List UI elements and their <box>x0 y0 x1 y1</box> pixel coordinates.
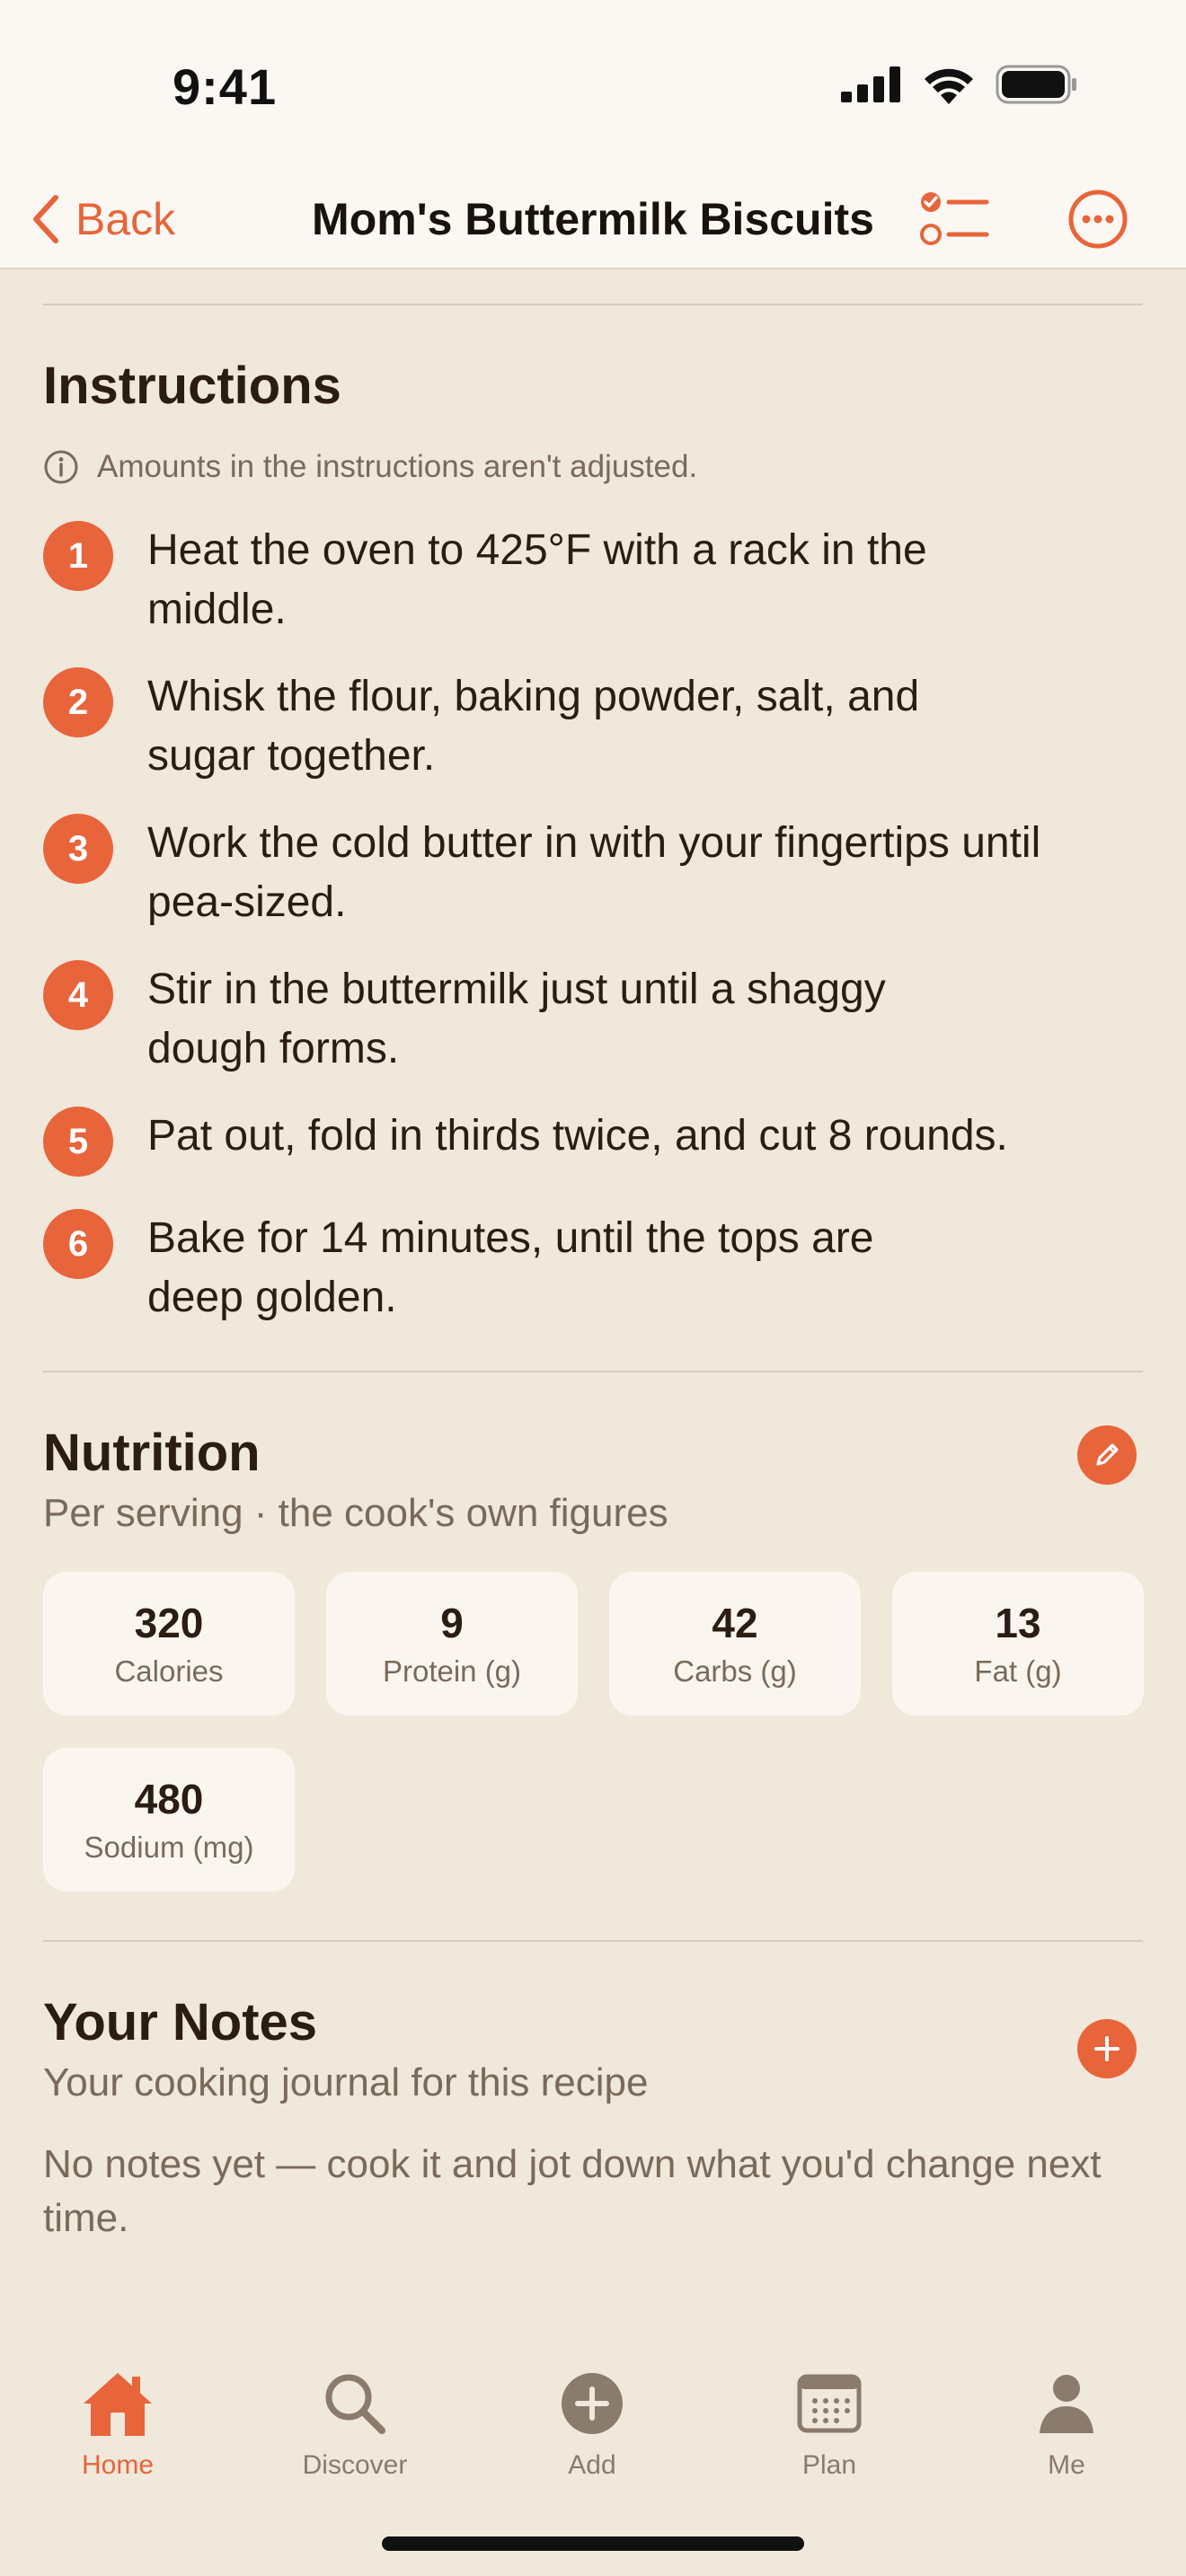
person-icon <box>1040 2375 1093 2433</box>
instructions-note: Amounts in the instructions aren't adjus… <box>43 449 697 485</box>
nutrition-card-carbs: 42 Carbs (g) <box>609 1572 861 1716</box>
nutrition-card-calories: 320 Calories <box>43 1572 295 1716</box>
step-number-badge: 6 <box>43 1209 113 1279</box>
nutrition-value: 480 <box>134 1776 204 1822</box>
nutrition-card-protein: 9 Protein (g) <box>326 1572 578 1716</box>
nutrition-label: Carbs (g) <box>673 1654 797 1688</box>
instruction-step: 1 Heat the oven to 425°F with a rack in … <box>43 521 1143 640</box>
tab-label: Home <box>81 2450 155 2480</box>
wifi-icon <box>925 68 973 104</box>
tab-label: Me <box>1048 2450 1085 2480</box>
tab-label: Plan <box>801 2450 857 2480</box>
nutrition-value: 13 <box>995 1600 1041 1646</box>
add-note-button[interactable] <box>1077 2019 1137 2078</box>
back-button[interactable]: Back <box>32 183 175 255</box>
cellular-signal-icon <box>841 66 900 102</box>
section-divider <box>43 1371 1143 1372</box>
nutrition-value: 42 <box>712 1600 758 1646</box>
instruction-step: 2 Whisk the flour, baking powder, salt, … <box>43 667 1143 786</box>
instruction-step: 5 Pat out, fold in thirds twice, and cut… <box>43 1107 1143 1177</box>
nutrition-card-sodium: 480 Sodium (mg) <box>43 1748 295 1892</box>
tab-me[interactable]: Me <box>977 2366 1156 2481</box>
tab-discover[interactable]: Discover <box>265 2366 445 2481</box>
nutrition-subtitle: Per serving · the cook's own figures <box>43 1491 668 1535</box>
instructions-note-text: Amounts in the instructions aren't adjus… <box>97 449 698 484</box>
tab-home[interactable]: Home <box>28 2366 208 2481</box>
notes-empty-state: No notes yet — cook it and jot down what… <box>43 2142 1102 2240</box>
edit-nutrition-button[interactable] <box>1077 1425 1137 1485</box>
step-text: Stir in the buttermilk just until a shag… <box>147 966 886 1072</box>
nutrition-heading: Nutrition <box>43 1424 261 1482</box>
calendar-icon <box>797 2374 862 2433</box>
notes-subtitle: Your cooking journal for this recipe <box>43 2060 649 2104</box>
nutrition-value: 320 <box>134 1600 204 1646</box>
step-text: Work the cold butter in with your finger… <box>147 819 1041 926</box>
info-icon <box>44 450 78 484</box>
step-number-badge: 3 <box>43 814 113 884</box>
section-divider <box>43 304 1143 305</box>
instruction-step: 3 Work the cold butter in with your fing… <box>43 814 1143 932</box>
home-indicator <box>382 2536 804 2551</box>
nutrition-card-fat: 13 Fat (g) <box>892 1572 1144 1716</box>
step-text: Pat out, fold in thirds twice, and cut 8… <box>147 1112 1008 1160</box>
step-text: Bake for 14 minutes, until the tops are … <box>147 1214 874 1321</box>
navigation-bar: Back Mom's Buttermilk Biscuits <box>0 171 1186 269</box>
nutrition-label: Sodium (mg) <box>84 1831 254 1864</box>
nutrition-label: Calories <box>114 1654 224 1688</box>
ellipsis-circle-icon <box>1068 190 1128 249</box>
more-options-button[interactable] <box>1060 181 1136 257</box>
step-number-badge: 1 <box>43 521 113 591</box>
magnifier-icon <box>325 2374 385 2434</box>
tab-label: Discover <box>302 2450 408 2480</box>
step-number-badge: 5 <box>43 1107 113 1177</box>
status-bar: 9:41 <box>0 0 1186 171</box>
status-time: 9:41 <box>173 58 278 115</box>
tab-label: Add <box>568 2450 616 2480</box>
back-label: Back <box>75 194 176 244</box>
nutrition-label: Fat (g) <box>974 1654 1062 1688</box>
checklist-icon <box>920 192 989 245</box>
nutrition-label: Protein (g) <box>382 1654 522 1688</box>
page-title: Mom's Buttermilk Biscuits <box>312 194 874 244</box>
nutrition-value: 9 <box>440 1600 464 1646</box>
checklist-button[interactable] <box>916 181 992 257</box>
section-divider <box>43 1940 1143 1942</box>
step-text: Whisk the flour, baking powder, salt, an… <box>147 673 920 780</box>
chevron-left-icon <box>33 195 58 243</box>
battery-icon <box>996 65 1076 104</box>
step-text: Heat the oven to 425°F with a rack in th… <box>147 526 927 633</box>
instruction-step: 6 Bake for 14 minutes, until the tops ar… <box>43 1209 1143 1328</box>
tab-plan[interactable]: Plan <box>739 2366 919 2481</box>
house-icon <box>84 2373 152 2436</box>
pencil-icon <box>1096 1443 1119 1466</box>
tab-add[interactable]: Add <box>502 2366 682 2481</box>
plus-icon <box>1094 2036 1120 2061</box>
instructions-heading: Instructions <box>43 357 341 415</box>
plus-circle-icon <box>562 2373 623 2434</box>
status-icons <box>841 65 1078 104</box>
notes-heading: Your Notes <box>43 1993 318 2051</box>
step-number-badge: 4 <box>43 960 113 1030</box>
step-number-badge: 2 <box>43 667 113 737</box>
instruction-step: 4 Stir in the buttermilk just until a sh… <box>43 960 1143 1079</box>
